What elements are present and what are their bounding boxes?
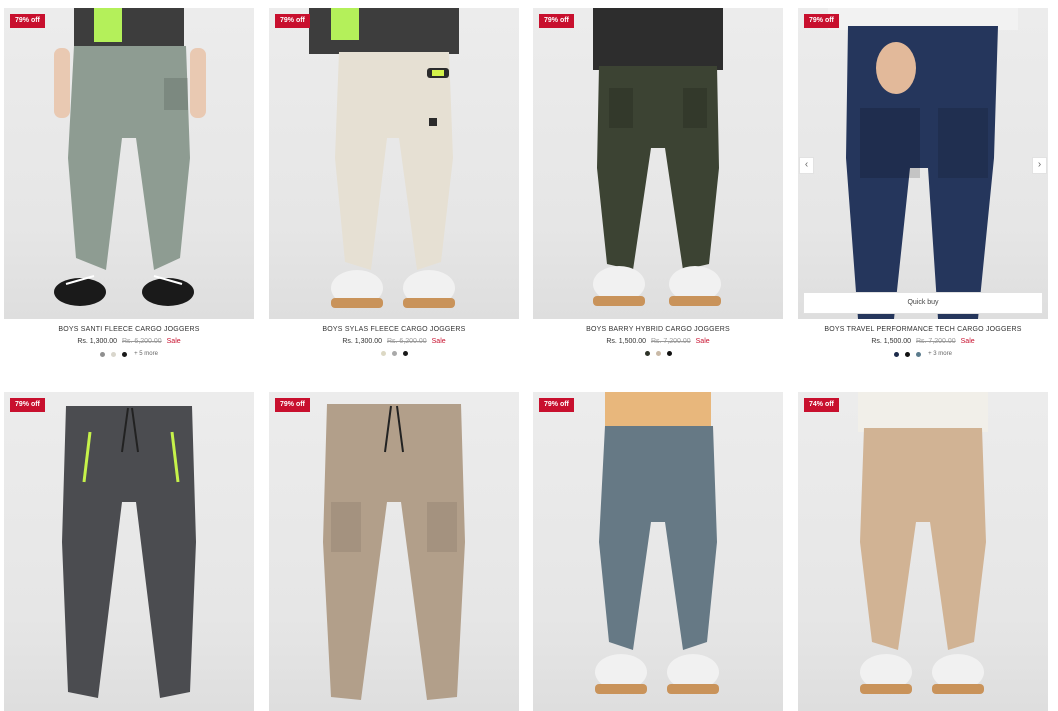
- color-swatch[interactable]: [666, 351, 672, 356]
- product-grid: 79% off BOYS SANTI FLEECE CARGO JOGGERS …: [0, 0, 1058, 711]
- sale-label: Sale: [960, 338, 975, 345]
- product-photo: [593, 8, 723, 306]
- product-photo: [54, 8, 206, 306]
- color-swatch[interactable]: [655, 351, 661, 356]
- product-image[interactable]: 79% off: [4, 392, 254, 711]
- product-image[interactable]: 74% off: [798, 392, 1048, 711]
- color-swatch[interactable]: [122, 351, 128, 357]
- product-photo: [323, 404, 465, 700]
- product-title[interactable]: BOYS TRAVEL PERFORMANCE TECH CARGO JOGGE…: [798, 325, 1048, 334]
- product-image[interactable]: 79% off: [533, 392, 783, 711]
- product-card[interactable]: 79% off BOYS SYLAS FLEECE CARGO JOGGERS …: [269, 8, 519, 356]
- chevron-left-icon[interactable]: ‹: [799, 157, 814, 174]
- discount-badge: 79% off: [10, 398, 45, 412]
- product-card[interactable]: 79% off BOYS BARRY HYBRID CARGO JOGGERS …: [533, 8, 783, 356]
- color-swatch[interactable]: [644, 351, 650, 356]
- discount-badge: 79% off: [804, 14, 839, 28]
- product-photo: [62, 406, 196, 698]
- product-photo: [595, 392, 719, 694]
- discount-badge: 79% off: [539, 14, 574, 28]
- product-image[interactable]: 79% off: [4, 8, 254, 319]
- sale-label: Sale: [431, 338, 446, 345]
- chevron-right-icon[interactable]: ›: [1032, 157, 1047, 174]
- product-image[interactable]: 79% off: [533, 8, 783, 319]
- discount-badge: 79% off: [275, 398, 310, 412]
- product-card[interactable]: 79% off: [4, 392, 254, 711]
- product-card[interactable]: 79% off: [533, 392, 783, 711]
- original-price: Rs. 7,200.00: [650, 338, 691, 345]
- color-swatch[interactable]: [391, 351, 397, 356]
- product-card[interactable]: 79% off: [269, 392, 519, 711]
- color-swatch[interactable]: [916, 351, 922, 357]
- current-price: Rs. 1,300.00: [342, 338, 383, 345]
- product-image[interactable]: 79% off ‹ › Quick buy: [798, 8, 1048, 319]
- product-image[interactable]: 79% off: [269, 392, 519, 711]
- original-price: Rs. 6,200.00: [386, 338, 427, 345]
- discount-badge: 74% off: [804, 398, 839, 412]
- color-swatch[interactable]: [894, 351, 900, 357]
- quick-buy-button[interactable]: Quick buy: [803, 292, 1043, 314]
- sale-label: Sale: [695, 338, 710, 345]
- product-card[interactable]: 74% off: [798, 392, 1048, 711]
- current-price: Rs. 1,500.00: [606, 338, 647, 345]
- product-title[interactable]: BOYS BARRY HYBRID CARGO JOGGERS: [533, 325, 783, 334]
- color-swatch[interactable]: [905, 351, 911, 357]
- color-swatch[interactable]: [402, 351, 408, 356]
- product-card[interactable]: 79% off BOYS SANTI FLEECE CARGO JOGGERS …: [4, 8, 254, 357]
- more-colors-link[interactable]: + 5 more: [134, 351, 158, 357]
- original-price: Rs. 6,200.00: [121, 338, 162, 345]
- product-card[interactable]: 79% off ‹ › Quick buy BOYS TRAVEL PERFOR…: [798, 8, 1048, 357]
- original-price: Rs. 7,200.00: [915, 338, 956, 345]
- color-swatch[interactable]: [100, 351, 106, 357]
- discount-badge: 79% off: [10, 14, 45, 28]
- more-colors-link[interactable]: + 3 more: [928, 351, 952, 357]
- product-title[interactable]: BOYS SYLAS FLEECE CARGO JOGGERS: [269, 325, 519, 334]
- discount-badge: 79% off: [539, 398, 574, 412]
- color-swatch[interactable]: [111, 351, 117, 357]
- current-price: Rs. 1,300.00: [77, 338, 118, 345]
- product-image[interactable]: 79% off: [269, 8, 519, 319]
- current-price: Rs. 1,500.00: [871, 338, 912, 345]
- product-photo: [309, 8, 459, 308]
- product-photo: [858, 392, 988, 694]
- sale-label: Sale: [166, 338, 181, 345]
- discount-badge: 79% off: [275, 14, 310, 28]
- product-photo: [828, 8, 1018, 319]
- product-title[interactable]: BOYS SANTI FLEECE CARGO JOGGERS: [4, 325, 254, 334]
- color-swatch[interactable]: [380, 351, 386, 356]
